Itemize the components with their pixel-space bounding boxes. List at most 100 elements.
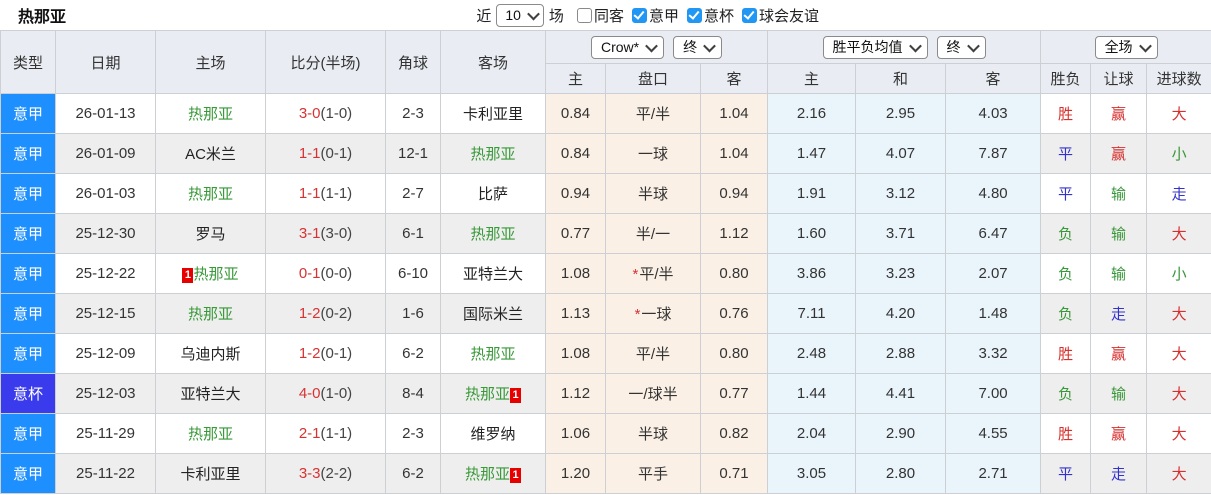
filter-checkbox-label: 意甲 bbox=[648, 7, 679, 25]
odds-history-panel: 热那亚 近 10 场 同客 意甲 意杯 球会友谊 类型 日期 主场 比分(半场) 角球 bbox=[0, 0, 1211, 495]
fulltime-score: 1-1 bbox=[298, 185, 321, 202]
home-team-cell: 热那亚 bbox=[155, 173, 266, 214]
odds-final-select[interactable]: 终 bbox=[936, 35, 986, 59]
ah-home-odds: 1.06 bbox=[545, 413, 606, 454]
goals-outcome-cell: 大 bbox=[1146, 213, 1211, 254]
handicap-outcome: 走 bbox=[1111, 466, 1127, 483]
away-team-cell: 亚特兰大 bbox=[440, 253, 546, 294]
home-team-name: 热那亚 bbox=[187, 306, 233, 323]
goals-outcome: 小 bbox=[1171, 146, 1187, 163]
ah-line: 半/一 bbox=[635, 226, 671, 243]
goals-outcome-cell: 大 bbox=[1146, 93, 1211, 134]
result-outcome: 负 bbox=[1058, 226, 1074, 243]
ah-line: 平/半 bbox=[639, 266, 674, 283]
filter-checkbox-label: 同客 bbox=[593, 7, 624, 25]
odds-draw: 2.95 bbox=[855, 93, 947, 134]
match-date: 25-12-22 bbox=[55, 253, 156, 294]
ah-home-odds: 1.20 bbox=[545, 453, 606, 494]
away-team-name: 国际米兰 bbox=[462, 306, 523, 323]
score-cell: 1-1(0-1) bbox=[265, 133, 386, 174]
goals-outcome: 大 bbox=[1171, 466, 1187, 483]
away-team-cell: 热那亚 bbox=[440, 333, 546, 374]
bookmaker-select[interactable]: Crow* bbox=[590, 35, 665, 59]
score-cell: 3-1(3-0) bbox=[265, 213, 386, 254]
odds-win: 2.16 bbox=[767, 93, 857, 134]
result-outcome: 负 bbox=[1058, 266, 1074, 283]
league-badge: 意甲 bbox=[1, 454, 55, 493]
odds-draw: 4.20 bbox=[855, 293, 947, 334]
league-cell: 意甲 bbox=[0, 333, 56, 374]
filter-checkbox-label: 球会友谊 bbox=[758, 7, 819, 25]
goals-outcome-cell: 小 bbox=[1146, 133, 1211, 174]
goals-outcome: 大 bbox=[1171, 226, 1187, 243]
odds-win: 1.91 bbox=[767, 173, 857, 214]
goals-outcome: 小 bbox=[1171, 266, 1187, 283]
first-leg-badge: 1 bbox=[510, 388, 521, 403]
odds-average-select[interactable]: 胜平负均值 bbox=[822, 35, 928, 59]
home-team-cell: 卡利亚里 bbox=[155, 453, 266, 494]
handicap-final-select[interactable]: 终 bbox=[673, 35, 723, 59]
league-cell: 意甲 bbox=[0, 213, 56, 254]
league-cell: 意杯 bbox=[0, 373, 56, 414]
ah-line: 半球 bbox=[637, 186, 668, 203]
goals-outcome-cell: 走 bbox=[1146, 173, 1211, 214]
chevron-down-icon bbox=[908, 39, 922, 52]
odds-draw: 3.23 bbox=[855, 253, 947, 294]
league-badge: 意甲 bbox=[1, 134, 55, 173]
star-mark: * bbox=[634, 306, 641, 323]
ah-line: 一球 bbox=[637, 146, 668, 163]
score-cell: 1-1(1-1) bbox=[265, 173, 386, 214]
fulltime-score: 1-1 bbox=[298, 145, 321, 162]
halftime-score: (1-0) bbox=[320, 385, 353, 402]
checkbox-checked-icon[interactable] bbox=[686, 7, 702, 23]
handicap-outcome-cell: 输 bbox=[1090, 373, 1148, 414]
table-row: 意甲 25-12-22 1 热那亚 0-1(0-0) 6-10 亚特兰大 1.08 *平/半 0.… bbox=[0, 253, 1211, 294]
odds-lose: 6.47 bbox=[945, 213, 1042, 254]
near-count-select[interactable]: 10 bbox=[496, 3, 544, 27]
subcol-odds-win: 主 bbox=[767, 63, 857, 94]
home-team-cell: 亚特兰大 bbox=[155, 373, 266, 414]
checkbox-checked-icon[interactable] bbox=[631, 7, 647, 23]
handicap-outcome-cell: 输 bbox=[1090, 253, 1148, 294]
home-team-name: AC米兰 bbox=[185, 146, 236, 163]
chevron-down-icon bbox=[645, 39, 658, 52]
ah-home-odds: 1.08 bbox=[545, 333, 606, 374]
full-match-select[interactable]: 全场 bbox=[1094, 35, 1158, 59]
filter-checkbox-item: 意杯 bbox=[686, 5, 734, 26]
home-team-cell: 热那亚 bbox=[155, 413, 266, 454]
ah-away-odds: 0.82 bbox=[699, 413, 769, 454]
ah-line-cell: 半/一 bbox=[605, 213, 701, 254]
games-label: 场 bbox=[548, 7, 564, 25]
subcol-ah-home: 主 bbox=[545, 63, 606, 94]
halftime-score: (2-2) bbox=[320, 465, 353, 482]
table-row: 意甲 26-01-03 热那亚 1-1(1-1) 2-7 比萨 0.94 半球 0.94 1.91… bbox=[0, 173, 1211, 214]
first-leg-badge: 1 bbox=[182, 268, 194, 283]
goals-outcome-cell: 大 bbox=[1146, 293, 1211, 334]
ah-line-cell: 半球 bbox=[605, 413, 701, 454]
handicap-outcome-cell: 赢 bbox=[1090, 133, 1148, 174]
fulltime-score: 0-1 bbox=[298, 265, 321, 282]
subcol-handicap-result: 让球 bbox=[1090, 63, 1148, 94]
ah-home-odds: 0.84 bbox=[545, 133, 606, 174]
fulltime-score: 1-2 bbox=[298, 305, 321, 322]
away-team-cell: 热那亚 bbox=[440, 213, 546, 254]
odds-draw: 2.90 bbox=[855, 413, 947, 454]
checkbox-unchecked-icon[interactable] bbox=[576, 7, 592, 23]
result-outcome-cell: 平 bbox=[1040, 173, 1092, 214]
score-cell: 3-0(1-0) bbox=[265, 93, 386, 134]
away-team-cell: 维罗纳 bbox=[440, 413, 546, 454]
result-outcome: 胜 bbox=[1058, 106, 1074, 123]
league-badge: 意甲 bbox=[1, 414, 55, 453]
score-cell: 4-0(1-0) bbox=[265, 373, 386, 414]
goals-outcome-cell: 大 bbox=[1146, 413, 1211, 454]
match-date: 25-12-09 bbox=[55, 333, 156, 374]
match-date: 26-01-03 bbox=[55, 173, 156, 214]
league-badge: 意甲 bbox=[1, 174, 55, 213]
filter-checkbox-item: 同客 bbox=[576, 5, 624, 26]
home-team-name: 亚特兰大 bbox=[180, 386, 241, 403]
match-date: 25-12-15 bbox=[55, 293, 156, 334]
filter-checkbox-item: 球会友谊 bbox=[741, 5, 819, 26]
checkbox-checked-icon[interactable] bbox=[741, 7, 757, 23]
goals-outcome: 大 bbox=[1171, 386, 1187, 403]
corner-score: 12-1 bbox=[385, 133, 441, 174]
